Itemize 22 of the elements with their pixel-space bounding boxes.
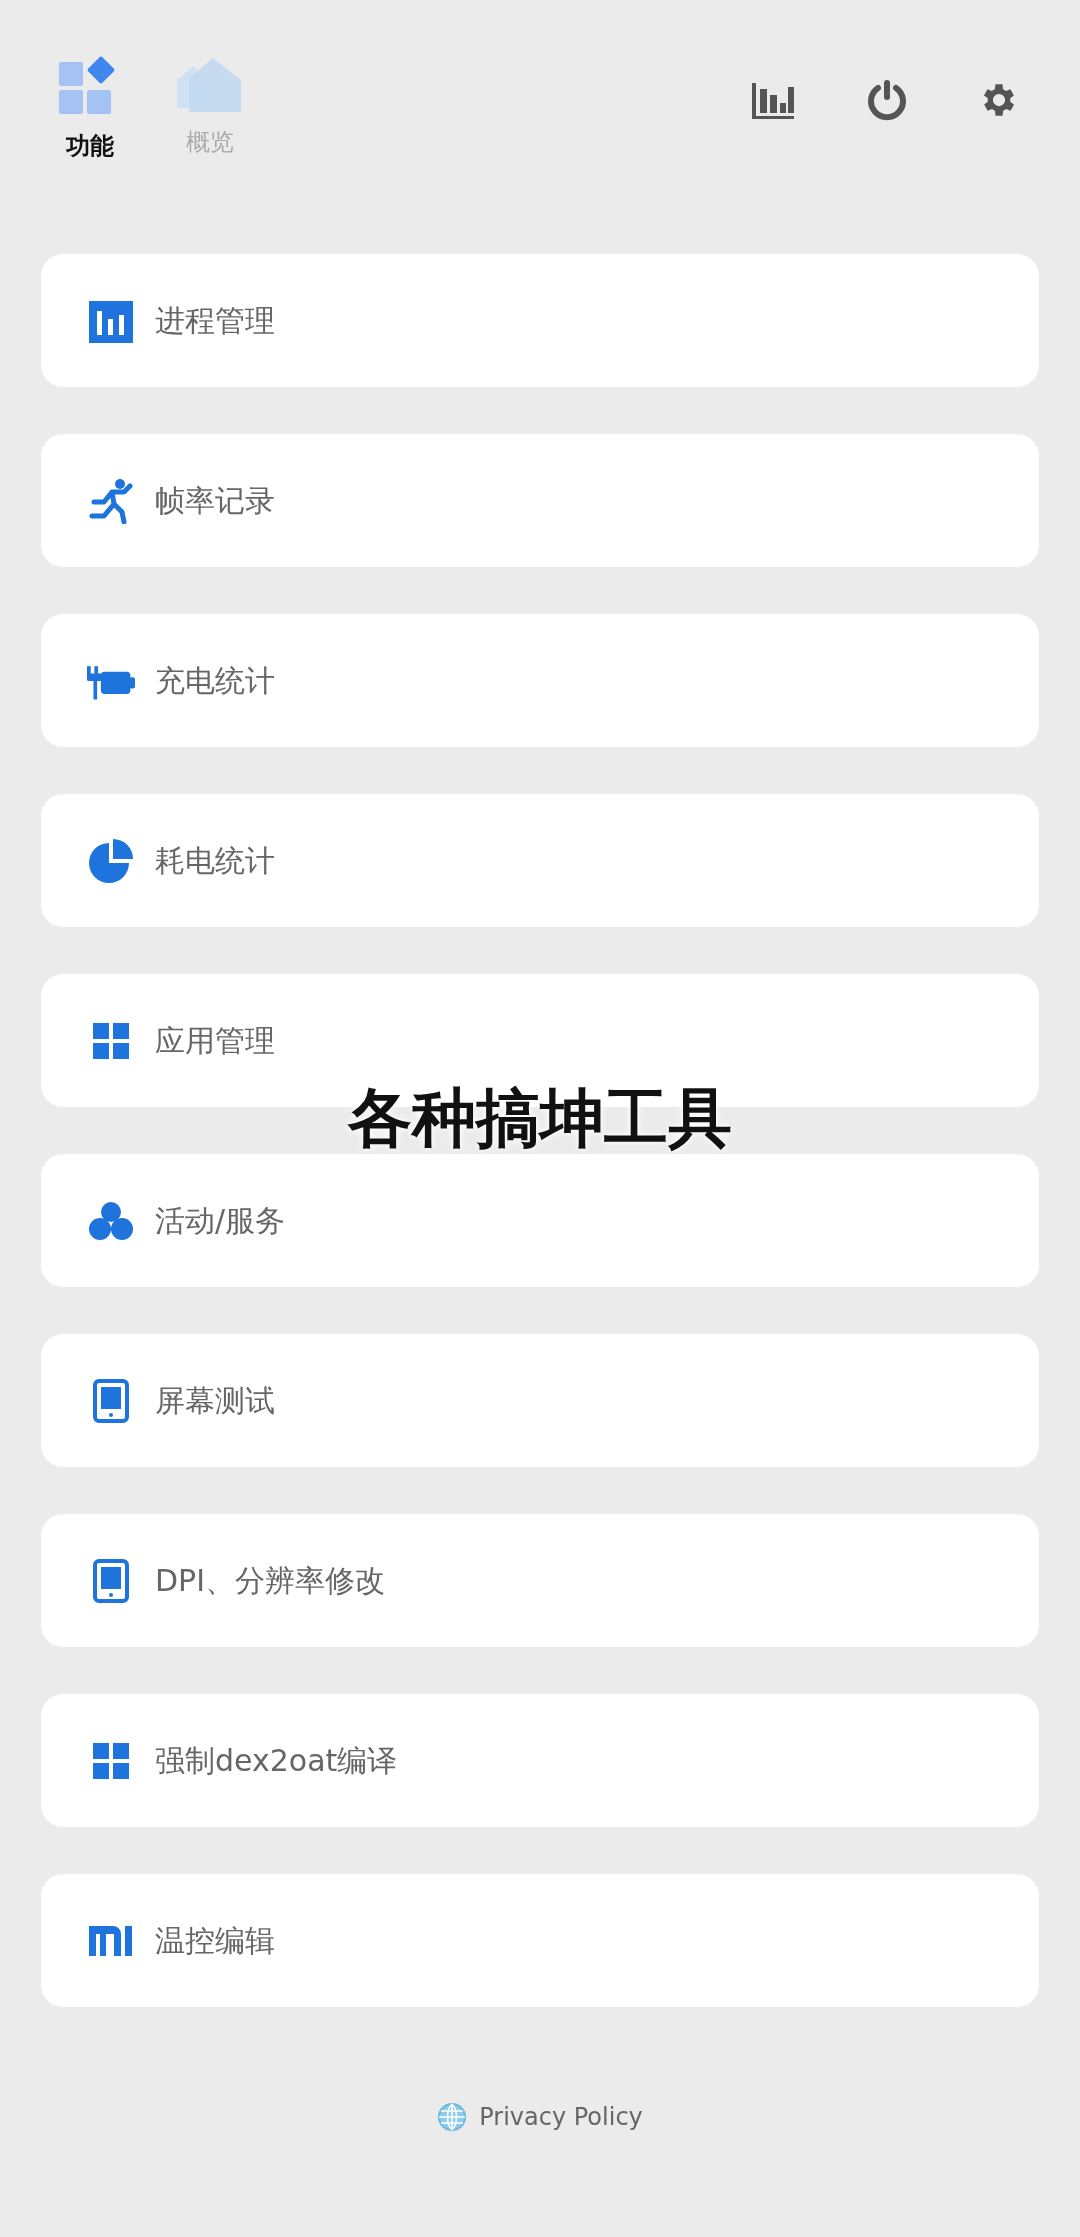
nav-tab[interactable]: 功能 bbox=[50, 56, 130, 164]
globe-icon bbox=[437, 2102, 468, 2132]
three-circles-icon bbox=[89, 1200, 133, 1241]
menu-item[interactable]: 活动/服务 bbox=[41, 1154, 1039, 1287]
running-person-icon bbox=[88, 477, 134, 524]
power-icon[interactable] bbox=[866, 78, 908, 122]
pie-chart-icon bbox=[89, 838, 133, 883]
menu-item[interactable]: 屏幕测试 bbox=[41, 1334, 1039, 1467]
tablet-icon bbox=[93, 1558, 129, 1603]
grid-icon bbox=[93, 1022, 129, 1059]
menu-item[interactable]: 充电统计 bbox=[41, 614, 1039, 747]
menu-item[interactable]: DPI、分辨率修改 bbox=[41, 1514, 1039, 1647]
grid-icon bbox=[93, 1742, 129, 1779]
menu-item[interactable]: 强制dex2oat编译 bbox=[41, 1694, 1039, 1827]
menu-item[interactable]: 帧率记录 bbox=[41, 434, 1039, 567]
mi-logo-icon bbox=[89, 1925, 133, 1956]
tablet-icon bbox=[93, 1378, 129, 1423]
bar-chart-icon bbox=[89, 298, 133, 343]
menu-item[interactable]: 温控编辑 bbox=[41, 1874, 1039, 2007]
menu-item[interactable]: 进程管理 bbox=[41, 254, 1039, 387]
privacy-policy-link[interactable]: Privacy Policy bbox=[479, 2099, 643, 2135]
menu-item[interactable]: 耗电统计 bbox=[41, 794, 1039, 927]
